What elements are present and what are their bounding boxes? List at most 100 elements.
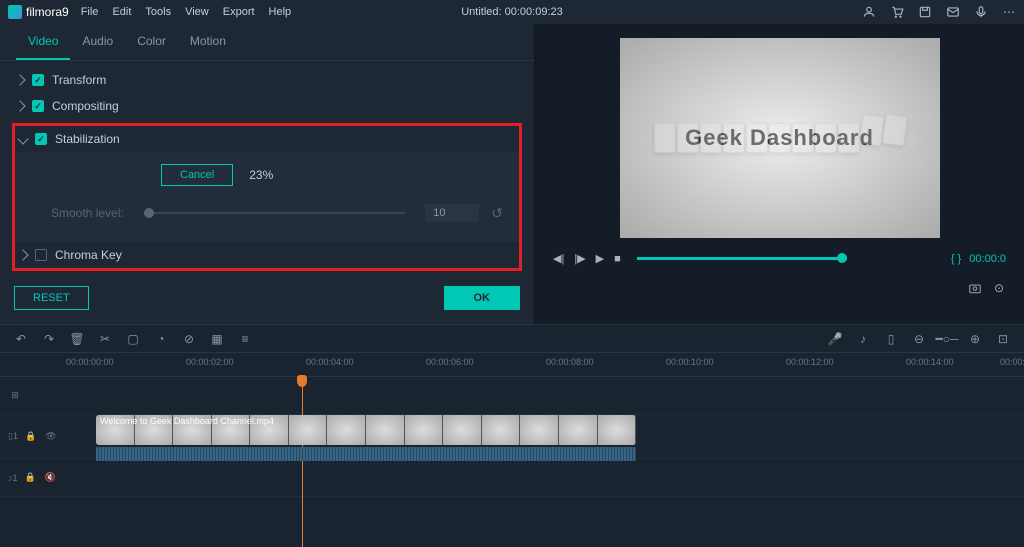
green-icon[interactable]: ▦ [210, 332, 224, 346]
menu-edit[interactable]: Edit [112, 6, 131, 18]
menu-export[interactable]: Export [223, 6, 255, 18]
tab-motion[interactable]: Motion [178, 24, 238, 60]
playback-progress[interactable] [637, 257, 847, 260]
menu-view[interactable]: View [185, 6, 209, 18]
lock-icon[interactable]: 🔒 [24, 471, 38, 485]
zoom-in-icon[interactable]: ⊕ [968, 332, 982, 346]
stabilization-content: Cancel 23% Smooth level: 10 ↺ [15, 152, 519, 242]
section-transform[interactable]: Transform [12, 67, 522, 93]
settings-icon[interactable]: ⊙ [992, 281, 1006, 295]
crop-icon[interactable]: ▢ [126, 332, 140, 346]
preview-tiles [654, 123, 906, 153]
section-lens-correction[interactable]: Lens Correction [12, 271, 522, 276]
timeline-ruler[interactable]: 00:00:00:00 00:00:02:00 00:00:04:00 00:0… [0, 353, 1024, 377]
ruler-mark: 00:00:00:00 [66, 357, 114, 367]
progress-percent: 23% [249, 168, 273, 182]
mixer-icon[interactable]: ♪ [856, 332, 870, 346]
property-tabs: Video Audio Color Motion [0, 24, 534, 61]
ok-button[interactable]: OK [444, 286, 521, 310]
eye-icon[interactable]: 👁 [44, 430, 58, 444]
playback-time: 00:00:0 [969, 253, 1006, 265]
message-icon[interactable] [946, 5, 960, 19]
color-icon[interactable]: ⊘ [182, 332, 196, 346]
preview-panel: Geek Dashboard ◀| |▶ ▶ ■ { } 00:00:0 ⊙ [535, 24, 1024, 324]
fit-icon[interactable]: ⊡ [996, 332, 1010, 346]
cart-icon[interactable] [890, 5, 904, 19]
chevron-down-icon [17, 133, 28, 144]
mic-icon[interactable]: 🎤 [828, 332, 842, 346]
ruler-mark: 00:00:1 [1000, 357, 1024, 367]
ruler-mark: 00:00:04:00 [306, 357, 354, 367]
video-preview[interactable]: Geek Dashboard [620, 38, 940, 238]
section-stabilization[interactable]: Stabilization [15, 126, 519, 152]
lock-icon[interactable]: 🔒 [24, 430, 38, 444]
mic-icon[interactable] [974, 5, 988, 19]
reset-smooth-icon[interactable]: ↺ [491, 205, 503, 222]
adjust-icon[interactable]: ≡ [238, 332, 252, 346]
smooth-level-row: Smooth level: 10 ↺ [51, 204, 503, 222]
titlebar: filmora9 File Edit Tools View Export Hel… [0, 0, 1024, 24]
ruler-mark: 00:00:06:00 [426, 357, 474, 367]
zoom-out-icon[interactable]: ⊖ [912, 332, 926, 346]
playback-controls: ◀| |▶ ▶ ■ { } 00:00:0 [535, 238, 1024, 279]
stabilization-highlight: Stabilization Cancel 23% Smooth level: 1… [12, 123, 522, 271]
ruler-mark: 00:00:08:00 [546, 357, 594, 367]
more-icon[interactable]: ⋯ [1002, 5, 1016, 19]
clip-label: Welcome to Geek Dashboard Channel.mp4 [100, 416, 274, 426]
smooth-value[interactable]: 10 [425, 204, 479, 222]
braces-icon[interactable]: { } [951, 253, 961, 265]
ruler-mark: 00:00:10:00 [666, 357, 714, 367]
main-menu: File Edit Tools View Export Help [81, 6, 291, 18]
video-track[interactable]: ▯1 🔒 👁 Welcome to Geek Dashboard Channel… [0, 415, 1024, 459]
undo-icon[interactable]: ↶ [14, 332, 28, 346]
compositing-checkbox[interactable] [32, 100, 44, 112]
audio-track[interactable]: ♪1 🔒 🔇 [0, 459, 1024, 497]
spacer-track: ⊞ [0, 377, 1024, 415]
ruler-mark: 00:00:02:00 [186, 357, 234, 367]
delete-icon[interactable]: 🗑 [70, 332, 84, 346]
chroma-checkbox[interactable] [35, 249, 47, 261]
add-track-icon[interactable]: ⊞ [8, 389, 22, 403]
split-icon[interactable]: ✂ [98, 332, 112, 346]
section-chroma-key[interactable]: Chroma Key [15, 242, 519, 268]
video-track-label: ▯1 [8, 431, 18, 442]
chevron-right-icon [14, 74, 25, 85]
app-logo: filmora9 [8, 5, 69, 19]
menu-tools[interactable]: Tools [145, 6, 171, 18]
transform-checkbox[interactable] [32, 74, 44, 86]
panel-body: Transform Compositing Stabilization Canc… [0, 61, 534, 276]
slider-thumb[interactable] [144, 208, 154, 218]
speed-icon[interactable]: ◔ [154, 332, 168, 346]
reset-button[interactable]: RESET [14, 286, 89, 310]
menu-file[interactable]: File [81, 6, 99, 18]
panel-footer: RESET OK [0, 276, 534, 324]
tab-video[interactable]: Video [16, 24, 70, 60]
chroma-label: Chroma Key [55, 248, 122, 262]
timeline: ↶ ↷ 🗑 ✂ ▢ ◔ ⊘ ▦ ≡ 🎤 ♪ ▯ ⊖ ━○─ ⊕ ⊡ 00:00:… [0, 324, 1024, 524]
tab-color[interactable]: Color [125, 24, 178, 60]
mute-icon[interactable]: 🔇 [44, 471, 58, 485]
next-frame-icon[interactable]: |▶ [574, 252, 585, 265]
cancel-button[interactable]: Cancel [161, 164, 233, 186]
prev-frame-icon[interactable]: ◀| [553, 252, 564, 265]
app-name: filmora9 [26, 5, 69, 19]
zoom-slider[interactable]: ━○─ [940, 332, 954, 346]
snapshot-icon[interactable] [968, 281, 982, 295]
transform-label: Transform [52, 73, 106, 87]
marker-icon[interactable]: ▯ [884, 332, 898, 346]
video-clip[interactable]: Welcome to Geek Dashboard Channel.mp4 [96, 415, 636, 445]
play-icon[interactable]: ▶ [596, 252, 604, 265]
smooth-slider[interactable] [144, 212, 406, 214]
chevron-right-icon [14, 100, 25, 111]
redo-icon[interactable]: ↷ [42, 332, 56, 346]
tab-audio[interactable]: Audio [70, 24, 125, 60]
section-compositing[interactable]: Compositing [12, 93, 522, 119]
smooth-label: Smooth level: [51, 206, 124, 220]
titlebar-actions: ⋯ [862, 5, 1016, 19]
save-icon[interactable] [918, 5, 932, 19]
timeline-tracks: ⊞ ▯1 🔒 👁 Welcome to Geek Dashboard Chann… [0, 377, 1024, 497]
stabilization-checkbox[interactable] [35, 133, 47, 145]
menu-help[interactable]: Help [269, 6, 292, 18]
stop-icon[interactable]: ■ [614, 253, 621, 265]
account-icon[interactable] [862, 5, 876, 19]
